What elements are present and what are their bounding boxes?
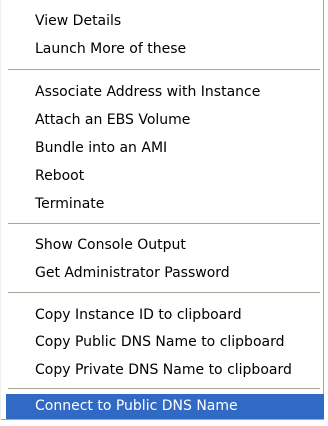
menu-item-copy-instance-id[interactable]: Copy Instance ID to clipboard bbox=[6, 303, 324, 328]
menu-separator bbox=[8, 388, 320, 390]
menu-item-copy-public-dns[interactable]: Copy Public DNS Name to clipboard bbox=[6, 330, 324, 355]
menu-separator bbox=[8, 223, 320, 225]
menu-item-copy-private-dns[interactable]: Copy Private DNS Name to clipboard bbox=[6, 358, 324, 383]
menu-separator bbox=[8, 292, 320, 294]
menu-item-show-console-output[interactable]: Show Console Output bbox=[6, 233, 324, 258]
menu-item-view-details[interactable]: View Details bbox=[6, 9, 324, 34]
menu-item-associate-address[interactable]: Associate Address with Instance bbox=[6, 80, 324, 105]
context-menu: View Details Launch More of these Associ… bbox=[0, 0, 324, 420]
menu-item-bundle-ami[interactable]: Bundle into an AMI bbox=[6, 136, 324, 161]
menu-item-reboot[interactable]: Reboot bbox=[6, 164, 324, 189]
menu-item-connect-public-dns[interactable]: Connect to Public DNS Name bbox=[6, 394, 324, 419]
menu-item-get-admin-password[interactable]: Get Administrator Password bbox=[6, 261, 324, 286]
menu-item-terminate[interactable]: Terminate bbox=[6, 192, 324, 217]
menu-left-edge bbox=[0, 0, 1, 420]
page-bottom-strip bbox=[0, 420, 328, 426]
menu-item-launch-more[interactable]: Launch More of these bbox=[6, 37, 324, 62]
menu-item-attach-ebs-volume[interactable]: Attach an EBS Volume bbox=[6, 108, 324, 133]
menu-separator bbox=[8, 69, 320, 71]
